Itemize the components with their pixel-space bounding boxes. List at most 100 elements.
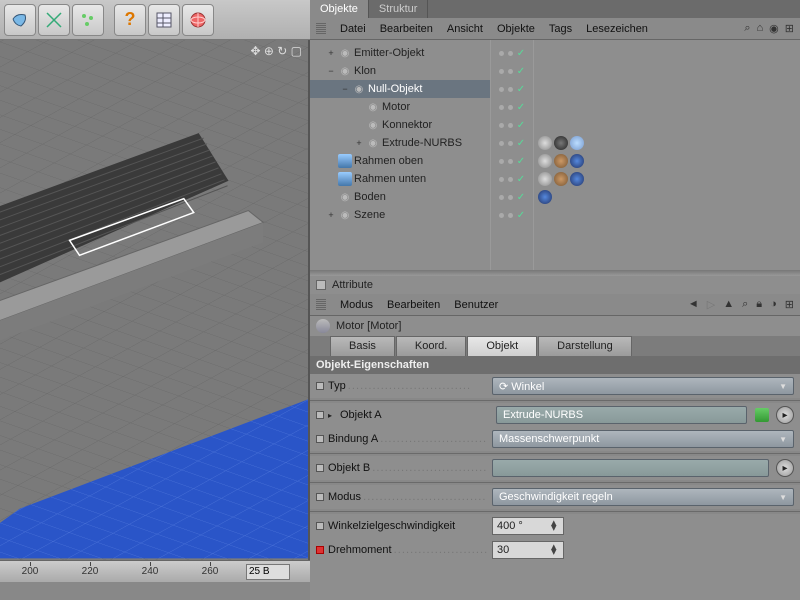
visibility-toggle[interactable]: ✓ <box>491 62 533 80</box>
winkel-input[interactable]: 400 °▴▾ <box>492 517 564 535</box>
eye-icon[interactable]: ◉ <box>769 22 779 35</box>
typ-dropdown[interactable]: ⟳ Winkel▼ <box>492 377 794 395</box>
dot-icon[interactable]: ◑ <box>770 298 777 311</box>
search-icon[interactable]: ⌕ <box>744 22 750 35</box>
tree-item-szene[interactable]: +◉Szene <box>310 206 490 224</box>
subtab-objekt[interactable]: Objekt <box>467 336 537 356</box>
tab-objekte[interactable]: Objekte <box>310 0 369 18</box>
tags-column[interactable] <box>534 40 800 270</box>
tree-item-rahmen-unten[interactable]: Rahmen unten <box>310 170 490 188</box>
lock-icon[interactable]: 🔒︎ <box>756 298 762 311</box>
home-icon[interactable]: ⌂ <box>757 22 764 35</box>
tag-row[interactable] <box>536 116 798 134</box>
anim-toggle-active[interactable] <box>316 546 324 554</box>
subtab-basis[interactable]: Basis <box>330 336 395 356</box>
visibility-toggle[interactable]: ✓ <box>491 80 533 98</box>
viewport-nav-icons[interactable]: ✥ ⊕ ↻ ▢ <box>250 44 302 58</box>
anim-toggle[interactable] <box>316 382 324 390</box>
add-icon[interactable]: ⊞ <box>785 298 794 311</box>
anim-toggle[interactable] <box>316 411 324 419</box>
objekt-b-field[interactable] <box>492 459 769 477</box>
material-tag-icon[interactable] <box>554 136 568 150</box>
tree-item-rahmen-oben[interactable]: Rahmen oben <box>310 152 490 170</box>
material-tag-icon[interactable] <box>570 154 584 168</box>
tag-row[interactable] <box>536 152 798 170</box>
back-icon[interactable]: ◄ <box>688 298 699 311</box>
tag-row[interactable] <box>536 170 798 188</box>
tree-item-extrude-nurbs[interactable]: +◉Extrude-NURBS <box>310 134 490 152</box>
poly-icon[interactable] <box>4 4 36 36</box>
anim-toggle[interactable] <box>316 435 324 443</box>
table-icon[interactable] <box>148 4 180 36</box>
tree-item-klon[interactable]: −◉Klon <box>310 62 490 80</box>
material-tag-icon[interactable] <box>554 172 568 186</box>
attribute-header: Attribute <box>310 276 800 294</box>
visibility-column[interactable]: ✓✓✓✓✓✓✓✓✓✓ <box>490 40 534 270</box>
tree-item-emitter-objekt[interactable]: +◉Emitter-Objekt <box>310 44 490 62</box>
attribute-toggle-icon[interactable] <box>316 280 326 290</box>
tag-row[interactable] <box>536 62 798 80</box>
material-tag-icon[interactable] <box>538 172 552 186</box>
material-tag-icon[interactable] <box>570 172 584 186</box>
menu-bearbeiten2[interactable]: Bearbeiten <box>387 299 440 311</box>
pick-object-button[interactable]: ▸ <box>776 406 794 424</box>
tag-row[interactable] <box>536 188 798 206</box>
visibility-toggle[interactable]: ✓ <box>491 188 533 206</box>
tree-item-null-objekt[interactable]: −◉Null-Objekt <box>310 80 490 98</box>
tree-item-konnektor[interactable]: ◉Konnektor <box>310 116 490 134</box>
tag-row[interactable] <box>536 98 798 116</box>
drehmoment-input[interactable]: 30▴▾ <box>492 541 564 559</box>
material-tag-icon[interactable] <box>538 190 552 204</box>
add-icon[interactable]: ⊞ <box>785 22 794 35</box>
menu-benutzer[interactable]: Benutzer <box>454 299 498 311</box>
pick-object-button[interactable]: ▸ <box>776 459 794 477</box>
tag-row[interactable] <box>536 206 798 224</box>
menu-datei[interactable]: Datei <box>340 23 366 35</box>
bindung-a-dropdown[interactable]: Massenschwerpunkt▼ <box>492 430 794 448</box>
fwd-icon[interactable]: ▷ <box>707 298 715 311</box>
search-icon[interactable]: ⌕ <box>742 298 748 311</box>
menu-ansicht[interactable]: Ansicht <box>447 23 483 35</box>
visibility-toggle[interactable]: ✓ <box>491 44 533 62</box>
objekt-a-field[interactable]: Extrude-NURBS <box>496 406 747 424</box>
menu-bearbeiten[interactable]: Bearbeiten <box>380 23 433 35</box>
object-tree[interactable]: +◉Emitter-Objekt−◉Klon−◉Null-Objekt◉Moto… <box>310 40 490 270</box>
frame-field[interactable] <box>246 564 290 580</box>
prop-objekt-a: ▸ Objekt A Extrude-NURBS ▸ <box>310 403 800 427</box>
help-icon[interactable]: ? <box>114 4 146 36</box>
tab-struktur[interactable]: Struktur <box>369 0 429 18</box>
up-icon[interactable]: ▲ <box>723 298 734 311</box>
particles-icon[interactable] <box>72 4 104 36</box>
globe-icon[interactable] <box>182 4 214 36</box>
timeline-ruler[interactable]: 200 220 240 260 <box>0 560 310 582</box>
menu-tags[interactable]: Tags <box>549 23 572 35</box>
material-tag-icon[interactable] <box>538 154 552 168</box>
tag-row[interactable] <box>536 44 798 62</box>
tree-item-motor[interactable]: ◉Motor <box>310 98 490 116</box>
visibility-toggle[interactable]: ✓ <box>491 98 533 116</box>
menu-objekte[interactable]: Objekte <box>497 23 535 35</box>
tag-row[interactable] <box>536 80 798 98</box>
visibility-toggle[interactable]: ✓ <box>491 134 533 152</box>
visibility-toggle[interactable]: ✓ <box>491 206 533 224</box>
modus-dropdown[interactable]: Geschwindigkeit regeln▼ <box>492 488 794 506</box>
tree-item-boden[interactable]: ◉Boden <box>310 188 490 206</box>
expand-arrow-icon[interactable]: ▸ <box>328 411 336 420</box>
material-tag-icon[interactable] <box>554 154 568 168</box>
subtab-darstellung[interactable]: Darstellung <box>538 336 632 356</box>
visibility-toggle[interactable]: ✓ <box>491 170 533 188</box>
menu-modus[interactable]: Modus <box>340 299 373 311</box>
material-tag-icon[interactable] <box>538 136 552 150</box>
visibility-toggle[interactable]: ✓ <box>491 152 533 170</box>
visibility-toggle[interactable]: ✓ <box>491 116 533 134</box>
subtab-koord[interactable]: Koord. <box>396 336 466 356</box>
anim-toggle[interactable] <box>316 464 324 472</box>
material-tag-icon[interactable] <box>570 136 584 150</box>
anim-toggle[interactable] <box>316 493 324 501</box>
expand-icon[interactable] <box>38 4 70 36</box>
extrude-link-icon[interactable] <box>755 408 769 422</box>
anim-toggle[interactable] <box>316 522 324 530</box>
tag-row[interactable] <box>536 134 798 152</box>
3d-viewport[interactable]: ✥ ⊕ ↻ ▢ <box>0 40 310 560</box>
menu-lesezeichen[interactable]: Lesezeichen <box>586 23 648 35</box>
